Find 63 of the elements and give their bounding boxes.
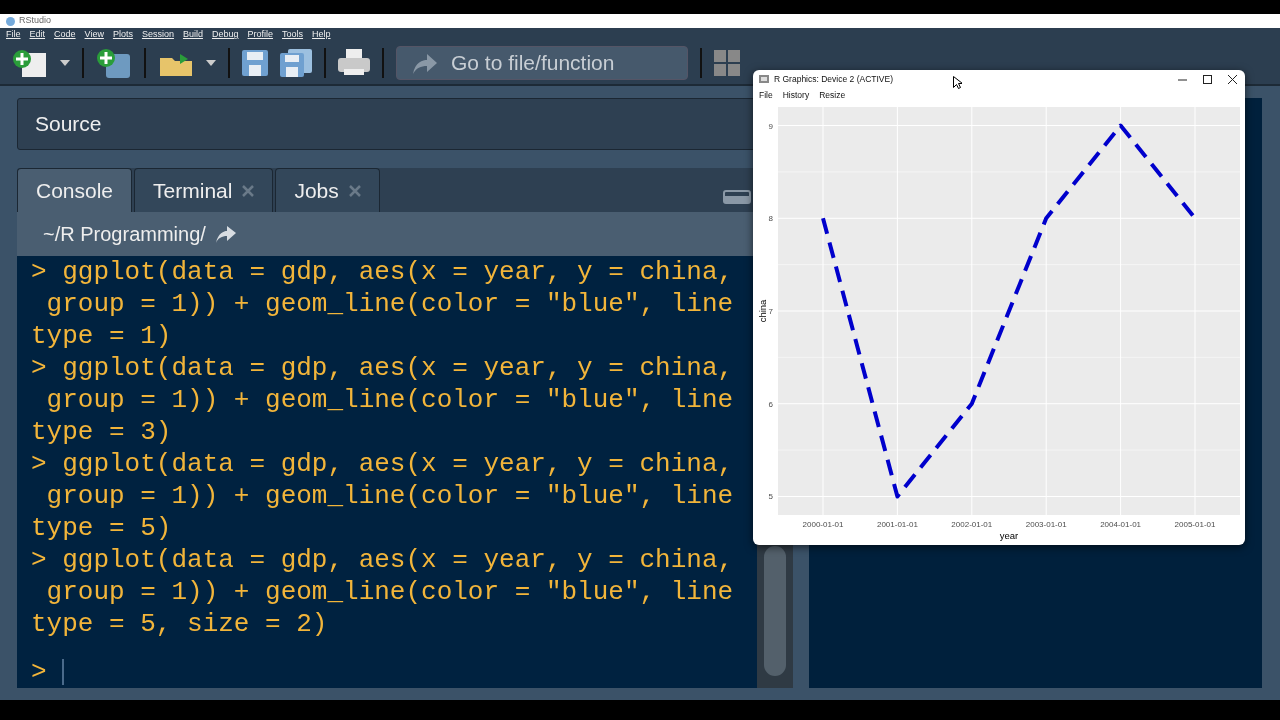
menu-item[interactable]: Profile	[247, 28, 273, 42]
arrow-icon	[411, 52, 437, 74]
menu-item[interactable]: Help	[312, 28, 331, 42]
console-line: > ggplot(data = gdp, aes(x = year, y = china,	[31, 352, 735, 384]
y-tick-label: 9	[768, 121, 773, 131]
console-line: group = 1)) + geom_line(color = "blue", line	[45, 288, 735, 320]
x-axis-title: year	[999, 530, 1019, 541]
menu-item[interactable]: View	[84, 28, 104, 42]
window-icon	[759, 75, 769, 83]
go-to-file-field[interactable]: Go to file/function	[396, 46, 688, 80]
console-line: > ggplot(data = gdp, aes(x = year, y = china,	[31, 256, 735, 288]
app-logo-icon	[6, 16, 15, 26]
cursor-icon	[953, 75, 963, 89]
working-directory: ~/R Programming/	[43, 222, 206, 247]
menu-item[interactable]: Debug	[211, 28, 239, 42]
maximize-icon[interactable]	[1203, 74, 1212, 84]
console-line: type = 1)	[31, 320, 173, 352]
pane-tab[interactable]: Console	[17, 168, 133, 212]
close-icon[interactable]	[1228, 74, 1237, 84]
x-tick-label: 2004-01-01	[1100, 520, 1142, 529]
caret-icon[interactable]	[206, 60, 216, 66]
y-axis-title: china	[757, 299, 768, 323]
console-line: group = 1)) + geom_line(color = "blue", line	[45, 576, 735, 608]
menu-item[interactable]: Build	[182, 28, 203, 42]
menu-item[interactable]: File	[6, 28, 21, 42]
y-tick-label: 8	[768, 214, 773, 224]
minimize-pane-icon[interactable]	[723, 190, 751, 204]
pane-title: Source	[35, 111, 102, 138]
console-line: group = 1)) + geom_line(color = "blue", line	[45, 480, 735, 512]
printer-icon[interactable]	[338, 49, 370, 77]
y-tick-label: 6	[768, 399, 773, 409]
menu-item[interactable]: Edit	[29, 28, 46, 42]
console-line: > ggplot(data = gdp, aes(x = year, y = china,	[31, 448, 735, 480]
window-title: R Graphics: Device 2 (ACTIVE)	[774, 72, 894, 86]
console-line: type = 5)	[31, 512, 173, 544]
grid-icon[interactable]	[714, 50, 740, 76]
window-title: RStudio	[19, 14, 52, 28]
x-tick-label: 2003-01-01	[1025, 520, 1067, 529]
console-line: type = 5, size = 2)	[31, 608, 329, 640]
x-tick-label: 2005-01-01	[1174, 520, 1216, 529]
console-line: > ggplot(data = gdp, aes(x = year, y = china,	[31, 544, 735, 576]
menu-item[interactable]: Plots	[112, 28, 133, 42]
x-tick-label: 2001-01-01	[876, 520, 918, 529]
console-line: type = 3)	[31, 416, 173, 448]
save-all-icon[interactable]	[280, 49, 312, 77]
menu-item[interactable]: Tools	[282, 28, 304, 42]
menu-item[interactable]: Resize	[819, 89, 846, 102]
new-file-icon[interactable]	[12, 49, 48, 77]
pane-tab[interactable]: Terminal	[134, 168, 274, 212]
x-tick-label: 2000-01-01	[802, 520, 844, 529]
y-tick-label: 7	[768, 307, 773, 316]
scrollbar-thumb[interactable]	[764, 546, 786, 676]
menu-item[interactable]: History	[782, 89, 810, 102]
menu-item[interactable]: Session	[141, 28, 174, 42]
new-project-icon[interactable]	[96, 48, 132, 78]
x-tick-label: 2002-01-01	[951, 520, 993, 529]
menu-item[interactable]: File	[759, 89, 773, 102]
caret-icon[interactable]	[60, 60, 70, 66]
menu-item[interactable]: Code	[54, 28, 76, 42]
console-prompt[interactable]: >	[31, 656, 757, 688]
pane-tab[interactable]: Jobs	[275, 168, 380, 212]
console-line: group = 1)) + geom_line(color = "blue", line	[45, 384, 735, 416]
y-tick-label: 5	[768, 492, 773, 502]
